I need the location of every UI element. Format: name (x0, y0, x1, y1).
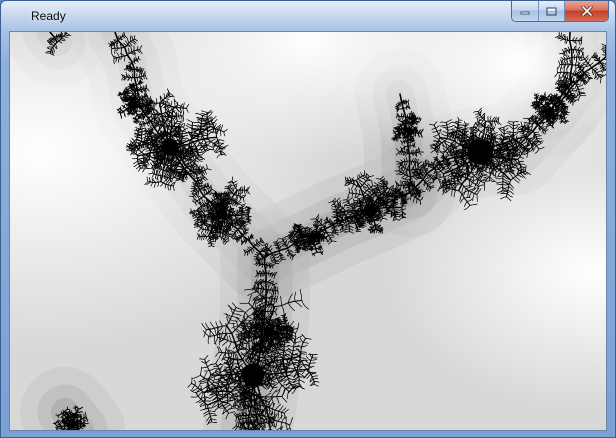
fractal-image (10, 32, 606, 430)
fractal-filament (114, 63, 115, 64)
fractal-filament (325, 221, 326, 222)
fractal-filament (245, 227, 246, 228)
fractal-filament (197, 166, 198, 167)
fractal-filament (156, 110, 157, 111)
fractal-filament (294, 238, 295, 239)
maximize-button[interactable] (538, 1, 564, 21)
fractal-filament (126, 37, 127, 38)
fractal-filament (280, 244, 281, 245)
fractal-filament (252, 236, 253, 237)
fractal-filament (142, 53, 143, 54)
fractal-filament (141, 46, 142, 47)
fractal-filament (113, 43, 114, 44)
fractal-filament (139, 52, 140, 53)
fractal-filament (124, 80, 125, 81)
close-button[interactable] (564, 1, 608, 21)
fractal-filament (244, 250, 245, 251)
fractal-filament (202, 202, 203, 203)
fractal-filament (280, 262, 281, 263)
minimize-icon (520, 7, 530, 15)
fractal-filament (144, 91, 145, 92)
fractal-filament (321, 241, 322, 242)
fractal-filament (128, 75, 129, 76)
fractal-filament (180, 135, 181, 136)
fractal-filament (116, 45, 117, 46)
fractal-filament (205, 180, 206, 181)
fractal-filament (112, 48, 115, 49)
fractal-filament (253, 242, 254, 243)
fractal-filament (257, 239, 258, 240)
fractal-filament (122, 74, 123, 75)
fractal-filament (328, 244, 329, 245)
fractal-filament (321, 219, 322, 220)
maximize-icon (546, 7, 557, 16)
fractal-canvas[interactable] (9, 31, 607, 431)
fractal-filament (147, 78, 148, 79)
fractal-filament (135, 57, 136, 58)
window-title: Ready (31, 9, 66, 23)
fractal-filament (177, 179, 178, 180)
fractal-filament (116, 50, 117, 51)
fractal-filament (128, 80, 129, 81)
fractal-filament (195, 199, 196, 200)
fractal-filament (314, 222, 315, 223)
minimize-button[interactable] (512, 1, 538, 21)
fractal-filament (149, 91, 150, 92)
fractal-filament (286, 240, 287, 241)
title-bar[interactable]: Ready (1, 1, 615, 31)
fractal-filament (211, 194, 212, 195)
fractal-filament (125, 38, 126, 39)
fractal-filament (243, 230, 244, 231)
fractal-filament (140, 67, 141, 68)
fractal-filament (112, 53, 113, 54)
caption-buttons (511, 1, 609, 22)
fractal-filament (187, 160, 188, 161)
close-icon (581, 6, 593, 16)
app-window: Ready (0, 0, 616, 438)
